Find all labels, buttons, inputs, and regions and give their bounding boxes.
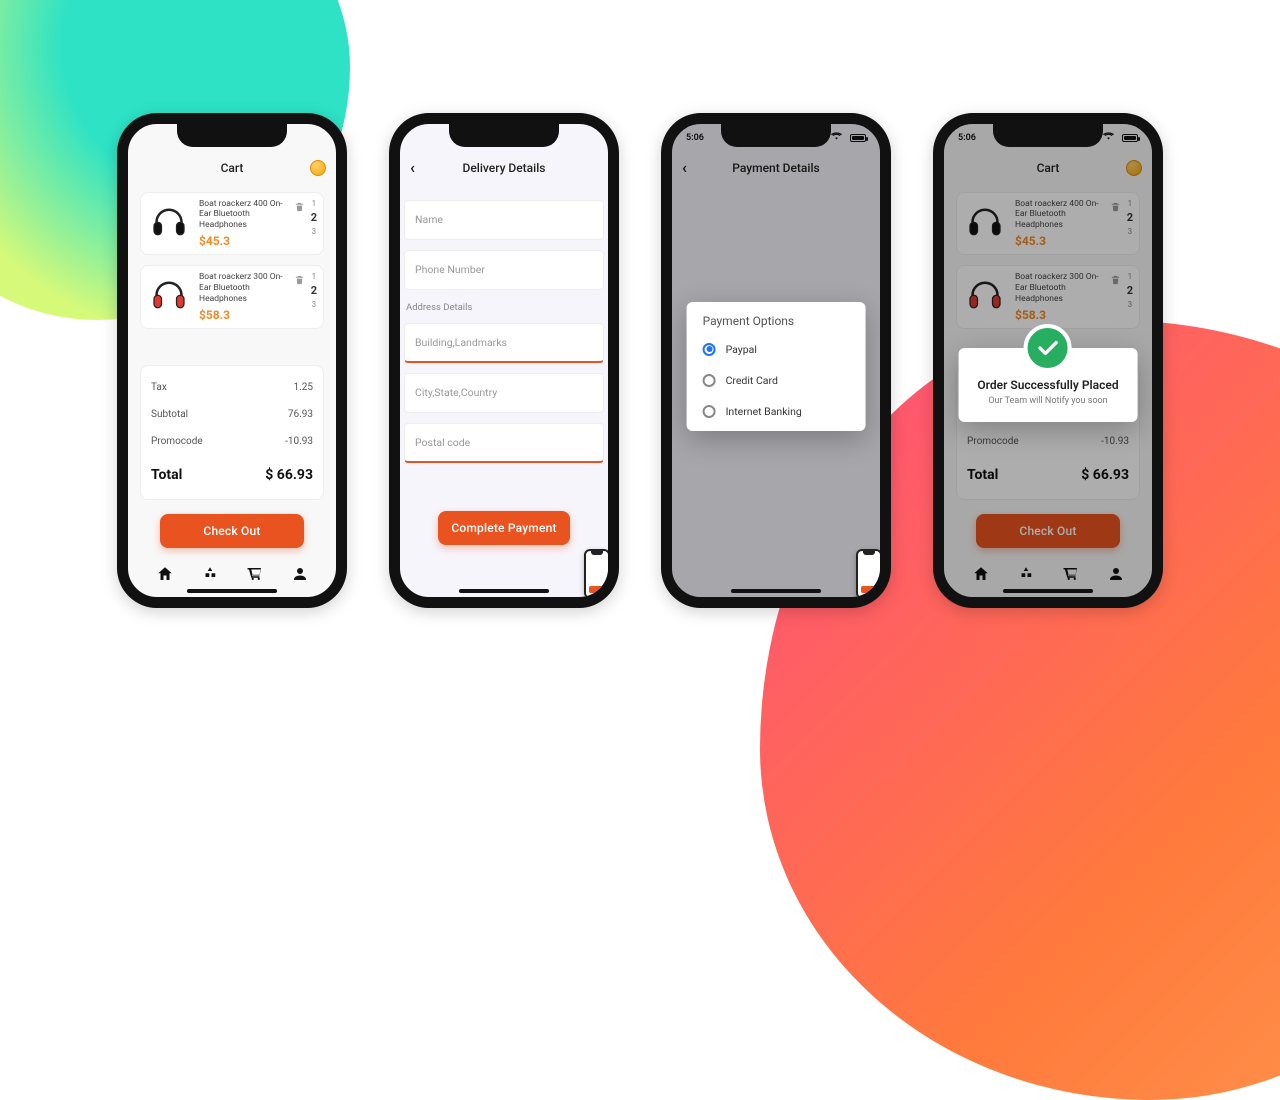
phone-success: 5:06 Cart Boat roackerz 400 On-Ear Bluet… (933, 113, 1163, 608)
home-indicator (1003, 589, 1093, 593)
qty-value: 2 (311, 211, 317, 224)
address-section-label: Address Details (406, 302, 604, 313)
cart-icon[interactable] (246, 565, 264, 583)
subtotal-value: 76.93 (288, 409, 313, 420)
phone-payment: 5:06 ‹ Payment Details Payment Options P… (661, 113, 891, 608)
radio-icon (703, 374, 716, 387)
picture-in-picture-preview[interactable] (856, 549, 882, 599)
qty-decrease[interactable]: 3 (312, 300, 317, 309)
success-modal: Order Successfully Placed Our Team will … (959, 348, 1138, 422)
titlebar: Cart (128, 152, 336, 184)
success-check-icon (1024, 324, 1072, 372)
radio-icon (703, 405, 716, 418)
postal-field[interactable]: Postal code (404, 423, 604, 463)
phone-delivery: ‹ Delivery Details Name Phone Number Add… (389, 113, 619, 608)
home-indicator (187, 589, 277, 593)
totals-card: Tax 1.25 Subtotal 76.93 Promocode -10.93 To… (140, 365, 324, 500)
phones-stage: Cart Boat roackerz 400 On-Ear Bluetooth … (0, 0, 1280, 720)
cart-item[interactable]: Boat roackerz 300 On-Ear Bluetooth Headp… (140, 265, 324, 329)
radio-icon (703, 343, 716, 356)
payment-option-label: Credit Card (726, 374, 778, 387)
phone-cart: Cart Boat roackerz 400 On-Ear Bluetooth … (117, 113, 347, 608)
payment-options-modal: Payment Options Paypal Credit Card Interne… (687, 302, 866, 431)
product-thumbnail (147, 199, 191, 243)
total-label: Total (151, 467, 182, 483)
product-name: Boat roackerz 400 On-Ear Bluetooth Headp… (199, 199, 286, 231)
product-price: $58.3 (199, 308, 286, 322)
modal-title: Payment Options (691, 314, 862, 334)
trash-icon[interactable] (294, 273, 305, 287)
total-value: $ 66.93 (265, 467, 313, 483)
payment-option-label: Paypal (726, 343, 757, 356)
phone-field[interactable]: Phone Number (404, 250, 604, 290)
phone-notch (993, 123, 1103, 147)
home-icon[interactable] (156, 565, 174, 583)
page-title: Cart (221, 161, 244, 175)
page-title: Delivery Details (463, 161, 546, 175)
payment-option-label: Internet Banking (726, 405, 802, 418)
promo-label: Promocode (151, 436, 203, 447)
cart-list: Boat roackerz 400 On-Ear Bluetooth Headp… (136, 192, 328, 330)
product-name: Boat roackerz 300 On-Ear Bluetooth Headp… (199, 272, 286, 304)
city-field[interactable]: City,State,Country (404, 373, 604, 413)
tax-value: 1.25 (294, 382, 314, 393)
qty-increase[interactable]: 1 (312, 272, 317, 281)
product-price: $45.3 (199, 234, 286, 248)
phone-notch (177, 123, 287, 147)
phone-notch (449, 123, 559, 147)
complete-payment-button[interactable]: Complete Payment (438, 511, 570, 545)
phone-notch (721, 123, 831, 147)
subtotal-label: Subtotal (151, 409, 188, 420)
checkout-button[interactable]: Check Out (160, 514, 304, 548)
payment-option-list: Paypal Credit Card Internet Banking (691, 334, 862, 427)
qty-decrease[interactable]: 3 (312, 227, 317, 236)
categories-icon[interactable] (201, 565, 219, 583)
name-field[interactable]: Name (404, 200, 604, 240)
payment-option[interactable]: Paypal (691, 334, 862, 365)
coin-icon[interactable] (310, 160, 326, 176)
payment-option[interactable]: Internet Banking (691, 396, 862, 427)
bottom-nav (128, 565, 336, 583)
titlebar: ‹ Delivery Details (400, 152, 608, 184)
tax-label: Tax (151, 382, 167, 393)
product-thumbnail (147, 272, 191, 316)
payment-option[interactable]: Credit Card (691, 365, 862, 396)
cart-item[interactable]: Boat roackerz 400 On-Ear Bluetooth Headp… (140, 192, 324, 256)
success-subtitle: Our Team will Notify you soon (969, 396, 1128, 406)
picture-in-picture-preview[interactable] (584, 549, 610, 599)
home-indicator (731, 589, 821, 593)
headphones-icon (149, 274, 189, 314)
home-indicator (459, 589, 549, 593)
headphones-icon (149, 201, 189, 241)
success-title: Order Successfully Placed (969, 378, 1128, 392)
building-field[interactable]: Building,Landmarks (404, 323, 604, 363)
trash-icon[interactable] (294, 200, 305, 214)
back-icon[interactable]: ‹ (410, 158, 415, 177)
profile-icon[interactable] (291, 565, 309, 583)
qty-value: 2 (311, 284, 317, 297)
promo-value: -10.93 (285, 436, 313, 447)
qty-increase[interactable]: 1 (312, 199, 317, 208)
